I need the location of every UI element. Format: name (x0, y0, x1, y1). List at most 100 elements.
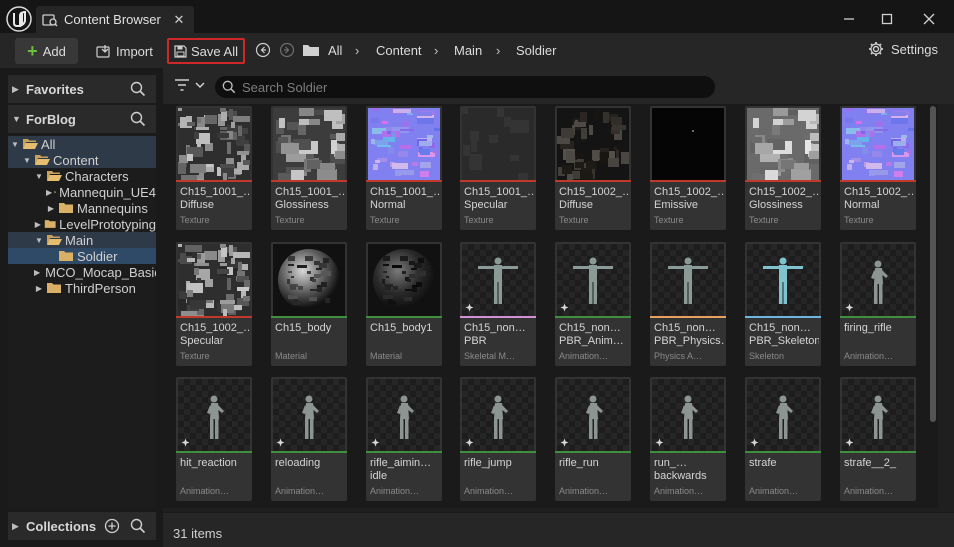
filter-button[interactable] (174, 78, 206, 92)
asset-badge-icon (276, 438, 285, 447)
collapse-arrow-icon[interactable]: ▼ (34, 172, 44, 181)
tree-item[interactable]: ▶ Mannequins (8, 200, 156, 216)
add-collection-icon[interactable] (104, 518, 120, 534)
asset-badge-icon (845, 438, 854, 447)
asset-tile[interactable]: run_… backwards Animation… (650, 377, 726, 501)
asset-tile[interactable]: Ch15_1001_… Specular Texture (460, 106, 536, 230)
tree-item[interactable]: ▶ LevelPrototyping (8, 216, 156, 232)
settings-button[interactable]: Settings (868, 41, 938, 57)
asset-type-color-bar (176, 316, 252, 318)
tree-item-label: Mannequins (77, 200, 148, 216)
project-section-header[interactable]: ▼ ForBlog (8, 105, 156, 133)
asset-tile[interactable]: strafe Animation… (745, 377, 821, 501)
asset-tile[interactable]: reloading Animation… (271, 377, 347, 501)
search-input[interactable] (242, 79, 642, 95)
breadcrumb-main[interactable]: Main (454, 43, 482, 58)
asset-tile[interactable]: Ch15_non… PBR Skeletal M… (460, 242, 536, 366)
folder-icon (59, 251, 73, 261)
expand-arrow-icon[interactable]: ▶ (34, 268, 40, 277)
asset-tile[interactable]: strafe__2_ Animation… (840, 377, 916, 501)
asset-tile[interactable]: hit_reaction Animation… (176, 377, 252, 501)
scrollbar[interactable] (930, 106, 936, 422)
asset-tile[interactable]: rifle_jump Animation… (460, 377, 536, 501)
collections-section-header[interactable]: ▶ Collections (8, 512, 156, 540)
asset-type-color-bar (366, 316, 442, 318)
asset-tile[interactable]: Ch15_1001_… Glossiness Texture (271, 106, 347, 230)
asset-tile[interactable]: firing_rifle Animation… (840, 242, 916, 366)
tree-item-label: Soldier (77, 248, 118, 264)
tree-item[interactable]: ▼ Main (8, 232, 156, 248)
asset-name: Ch15_1001_… Glossiness (275, 186, 345, 211)
minimize-icon[interactable] (835, 6, 863, 32)
expand-arrow-icon: ▶ (12, 520, 19, 531)
search-icon[interactable] (130, 518, 146, 534)
status-bar: 31 items (163, 512, 954, 547)
asset-tile[interactable]: Ch15_1002_… Normal Texture (840, 106, 916, 230)
collapse-arrow-icon: ▼ (12, 114, 21, 124)
asset-type-color-bar (745, 451, 821, 453)
asset-tile[interactable]: Ch15_1002_… Diffuse Texture (555, 106, 631, 230)
asset-name: rifle_run (559, 457, 599, 469)
search-icon[interactable] (130, 81, 146, 97)
asset-tile[interactable]: Ch15_1001_… Normal Texture (366, 106, 442, 230)
tab-content-browser[interactable]: Content Browser ✕ (36, 6, 194, 33)
asset-thumbnail (368, 244, 440, 316)
tree-item[interactable]: ▼ Characters (8, 168, 156, 184)
tree-item[interactable]: ▶ ThirdPerson (8, 280, 156, 296)
breadcrumb-all[interactable]: All (328, 43, 342, 58)
collapse-arrow-icon[interactable]: ▼ (34, 236, 44, 245)
breadcrumb-soldier[interactable]: Soldier (516, 43, 556, 58)
asset-type: Material (370, 351, 403, 361)
tree-item[interactable]: ▼ All (8, 136, 156, 152)
asset-tile[interactable]: Ch15_1002_… Glossiness Texture (745, 106, 821, 230)
asset-type-color-bar (745, 180, 821, 182)
asset-tile[interactable]: rifle_aimin… idle Animation… (366, 377, 442, 501)
favorites-section-header[interactable]: ▶ Favorites (8, 75, 156, 103)
tree-item[interactable]: ▶ Mannequin_UE4 (8, 184, 156, 200)
asset-tile[interactable]: Ch15_non… PBR_Skeleton Skeleton (745, 242, 821, 366)
expand-arrow-icon[interactable]: ▶ (34, 220, 42, 229)
asset-tile[interactable]: Ch15_body Material (271, 242, 347, 366)
tree-item[interactable]: ▼ Content (8, 152, 156, 168)
tab-title: Content Browser (64, 12, 161, 27)
expand-arrow-icon[interactable]: ▶ (46, 204, 56, 213)
tab-close-icon[interactable]: ✕ (172, 12, 186, 28)
add-button[interactable]: + Add (15, 38, 78, 64)
asset-tile[interactable]: Ch15_1002_… Emissive Texture (650, 106, 726, 230)
close-icon[interactable] (915, 6, 943, 32)
import-button[interactable]: Import (96, 38, 158, 64)
asset-type-color-bar (460, 451, 536, 453)
tree-item-label: Content (53, 152, 99, 168)
folder-icon (23, 139, 38, 149)
asset-type-color-bar (745, 316, 821, 318)
asset-tile[interactable]: Ch15_non… PBR_Anim… Animation… (555, 242, 631, 366)
collapse-arrow-icon[interactable]: ▼ (10, 140, 20, 149)
folder-icon (35, 155, 50, 165)
asset-tile[interactable]: Ch15_1002_… Specular Texture (176, 242, 252, 366)
asset-tile[interactable]: rifle_run Animation… (555, 377, 631, 501)
asset-badge-icon (845, 303, 854, 312)
forward-arrow-icon[interactable] (279, 42, 295, 58)
tree-item[interactable]: ▶ MCO_Mocap_Basics (8, 264, 156, 280)
breadcrumb-content[interactable]: Content (376, 43, 422, 58)
asset-tile[interactable]: Ch15_body1 Material (366, 242, 442, 366)
asset-name: Ch15_1001_… Normal (370, 186, 440, 211)
expand-arrow-icon[interactable]: ▶ (34, 284, 44, 293)
asset-type: Animation… (559, 486, 609, 496)
asset-name: Ch15_non… PBR (464, 322, 526, 347)
asset-tile[interactable]: Ch15_non… PBR_Physics… Physics A… (650, 242, 726, 366)
asset-thumbnail (652, 108, 724, 180)
save-icon (174, 44, 187, 58)
back-arrow-icon[interactable] (255, 42, 271, 58)
save-all-button[interactable]: Save All (167, 38, 245, 64)
search-box[interactable] (215, 76, 715, 98)
tree-item[interactable]: Soldier (8, 248, 156, 264)
asset-type-color-bar (650, 180, 726, 182)
maximize-icon[interactable] (873, 6, 901, 32)
asset-badge-icon (560, 438, 569, 447)
collapse-arrow-icon[interactable]: ▼ (22, 156, 32, 165)
asset-tile[interactable]: Ch15_1001_… Diffuse Texture (176, 106, 252, 230)
search-icon[interactable] (130, 111, 146, 127)
expand-arrow-icon[interactable]: ▶ (46, 188, 52, 197)
tree-item-label: LevelPrototyping (59, 216, 156, 232)
